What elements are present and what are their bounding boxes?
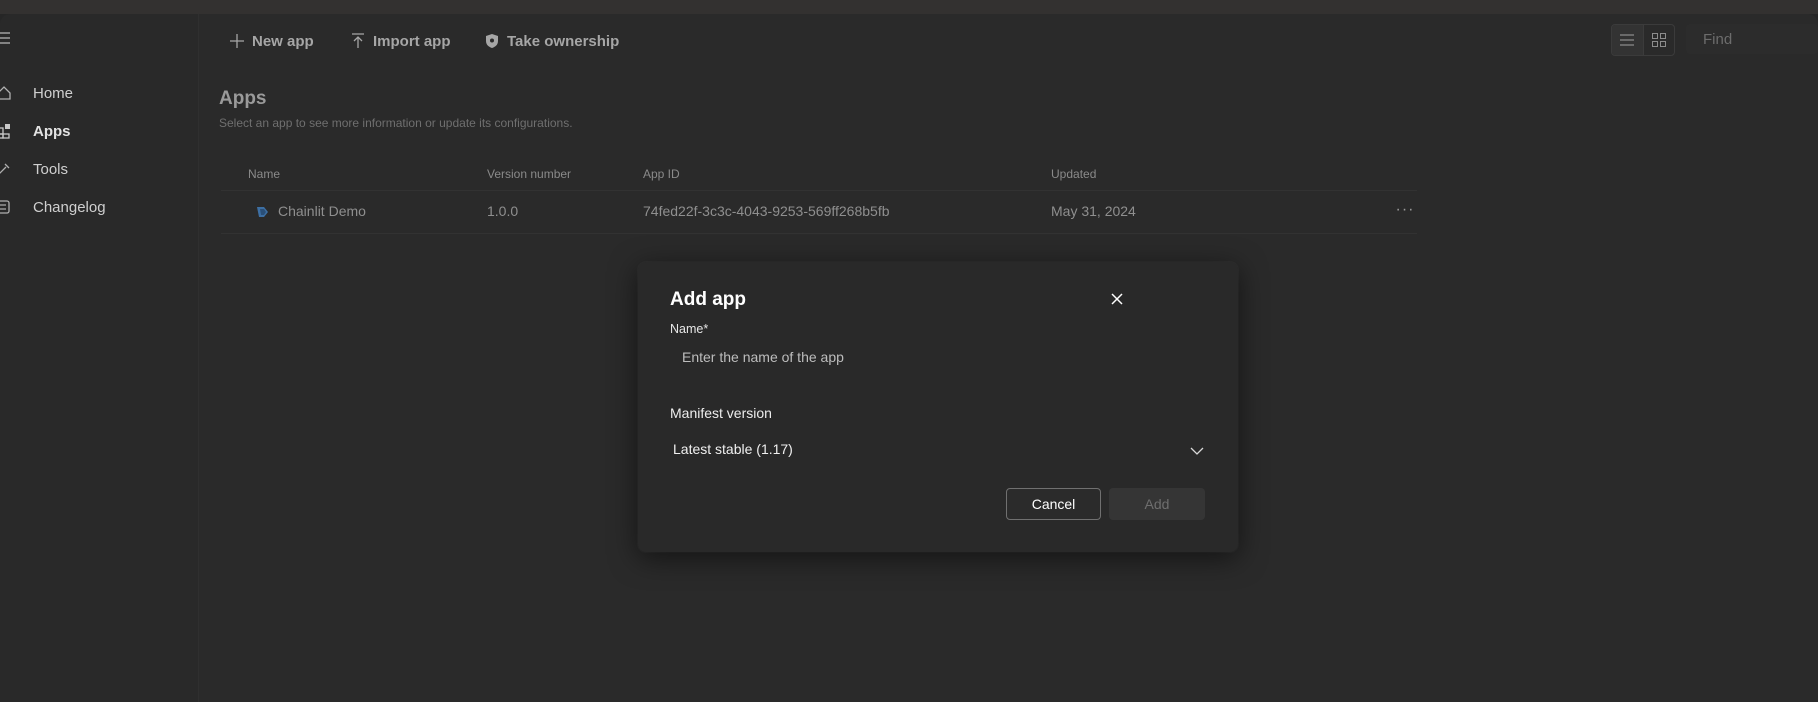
manifest-version-value: Latest stable (1.17) [673,441,793,457]
name-label-text: Name [670,322,704,336]
app-window: Home Apps Tools Changelog New app Import… [0,0,1818,702]
add-app-dialog: Add app Name* Manifest version Latest st… [638,262,1238,552]
close-icon[interactable] [1107,289,1127,309]
required-marker: * [703,322,709,336]
add-button[interactable]: Add [1109,488,1205,520]
app-name-input[interactable] [670,340,1206,374]
name-field-label: Name* [670,322,708,336]
chevron-down-icon [1190,443,1204,459]
dialog-title: Add app [670,289,746,310]
cancel-button[interactable]: Cancel [1006,488,1101,520]
manifest-version-label: Manifest version [670,405,772,421]
manifest-version-select[interactable]: Latest stable (1.17) [670,432,1208,466]
